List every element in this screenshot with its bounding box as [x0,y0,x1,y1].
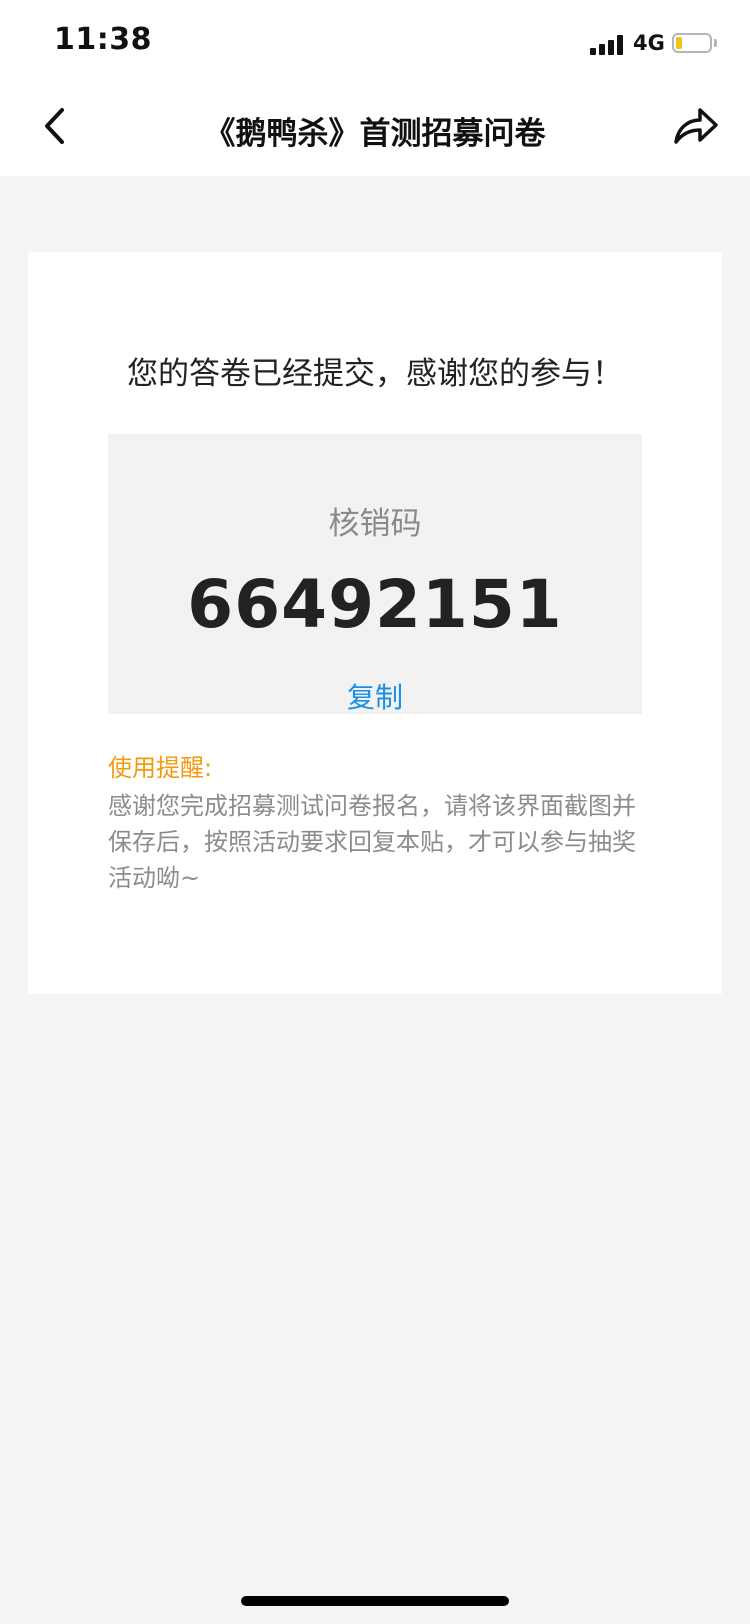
code-label: 核销码 [328,506,422,542]
battery-tip [714,39,717,47]
status-time: 11:38 [54,22,152,57]
success-message: 您的答卷已经提交，感谢您的参与！ [127,356,623,392]
navigation-bar: 《鹅鸭杀》首测招募问卷 [0,88,750,176]
battery-level [676,37,682,49]
submission-card: 您的答卷已经提交，感谢您的参与！ 核销码 66492151 复制 使用提醒: 感… [28,252,722,994]
share-button[interactable] [670,100,722,152]
reminder-title: 使用提醒: [108,754,213,782]
chevron-left-icon [45,108,64,144]
page-title: 《鹅鸭杀》首测招募问卷 [204,116,546,152]
battery-icon [672,33,712,53]
reminder-text: 感谢您完成招募测试问卷报名，请将该界面截图并保存后，按照活动要求回复本贴，才可以… [108,792,636,892]
copy-button[interactable]: 复制 [108,676,642,716]
status-bar: 11:38 4G [0,0,750,88]
verification-code-box: 核销码 66492151 复制 [108,434,642,714]
network-type: 4G [633,31,665,55]
back-button[interactable] [34,102,84,152]
share-arrow-icon [674,108,718,144]
home-indicator[interactable] [241,1596,509,1606]
cellular-signal-icon [590,33,626,55]
verification-code: 66492151 [187,566,563,643]
